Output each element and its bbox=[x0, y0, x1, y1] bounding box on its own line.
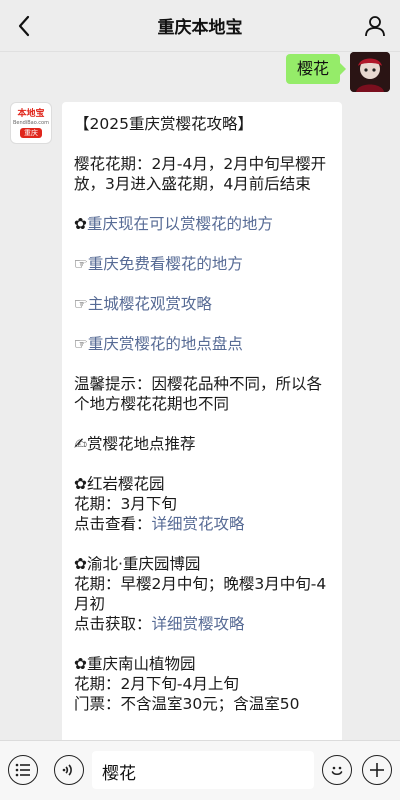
pointing-hand-icon: ☞ bbox=[74, 335, 88, 353]
place-ticket: 门票：不含温室30元；含温室50 bbox=[74, 695, 300, 713]
place-period: 花期：早樱2月中旬；晚樱3月中旬-4月初 bbox=[74, 575, 327, 613]
list-icon bbox=[15, 763, 30, 777]
user-avatar[interactable] bbox=[350, 52, 390, 92]
pointing-hand-icon: ☞ bbox=[74, 255, 88, 273]
chat-area[interactable]: 樱花 本地宝 BendiBao.com 重庆 【2025重庆赏樱花攻略】 樱花花… bbox=[0, 52, 400, 740]
link-item[interactable]: ☞重庆免费看樱花的地方 bbox=[74, 254, 330, 274]
link-item[interactable]: ☞主城樱花观赏攻略 bbox=[74, 294, 330, 314]
place-action-label: 点击获取： bbox=[74, 615, 152, 633]
chevron-left-icon bbox=[18, 15, 30, 37]
bot-logo-badge: 重庆 bbox=[20, 127, 42, 138]
place-name: ✿重庆南山植物园 bbox=[74, 655, 196, 673]
place-period: 花期：3月下旬 bbox=[74, 495, 177, 513]
person-icon bbox=[365, 16, 385, 37]
plus-button[interactable] bbox=[362, 755, 392, 785]
chat-header: 重庆本地宝 bbox=[0, 0, 400, 52]
smiley-icon bbox=[331, 766, 343, 776]
input-bar: 樱花 bbox=[0, 740, 400, 800]
back-button[interactable] bbox=[10, 12, 38, 40]
link-item[interactable]: ☞重庆赏樱花的地点盘点 bbox=[74, 334, 330, 354]
incoming-bubble: 【2025重庆赏樱花攻略】 樱花花期：2月-4月，2月中旬早樱开放，3月进入盛花… bbox=[62, 102, 342, 740]
link-text[interactable]: 重庆赏樱花的地点盘点 bbox=[88, 335, 243, 353]
incoming-message: 本地宝 BendiBao.com 重庆 【2025重庆赏樱花攻略】 樱花花期：2… bbox=[10, 102, 342, 740]
message-tip: 温馨提示：因樱花品种不同，所以各个地方樱花花期也不同 bbox=[74, 375, 323, 413]
recommend-title: ✍赏樱花地点推荐 bbox=[74, 435, 196, 453]
place-action-label: 点击查看： bbox=[74, 515, 152, 533]
emoji-button[interactable] bbox=[322, 755, 352, 785]
link-text[interactable]: 主城樱花观赏攻略 bbox=[88, 295, 212, 313]
pointing-hand-icon: ☞ bbox=[74, 295, 88, 313]
place-item: ✿红岩樱花园 花期：3月下旬 点击查看：详细赏花攻略 bbox=[74, 474, 330, 534]
plus-icon bbox=[370, 763, 384, 777]
outgoing-message: 樱花 bbox=[285, 52, 390, 102]
user-avatar-image bbox=[350, 52, 390, 92]
chat-title: 重庆本地宝 bbox=[157, 18, 243, 38]
link-text[interactable]: 重庆现在可以赏樱花的地方 bbox=[87, 215, 273, 233]
voice-icon bbox=[62, 764, 72, 776]
outgoing-bubble[interactable]: 樱花 bbox=[285, 54, 347, 84]
link-text[interactable]: 重庆免费看樱花的地方 bbox=[88, 255, 243, 273]
bot-logo-text: 本地宝 bbox=[17, 108, 45, 119]
place-name: ✿渝北·重庆园博园 bbox=[74, 555, 201, 573]
place-item: ✿重庆南山植物园 花期：2月下旬-4月上旬 门票：不含温室30元；含温室50 bbox=[74, 654, 330, 714]
bot-logo-url: BendiBao.com bbox=[13, 119, 49, 126]
message-intro: 樱花花期：2月-4月，2月中旬早樱开放，3月进入盛花期，4月前后结束 bbox=[74, 155, 327, 193]
place-period: 花期：2月下旬-4月上旬 bbox=[74, 675, 239, 693]
flower-icon: ✿ bbox=[74, 215, 87, 233]
place-item: ✿渝北·重庆园博园 花期：早樱2月中旬；晚樱3月中旬-4月初 点击获取：详细赏樱… bbox=[74, 554, 330, 634]
place-link[interactable]: 详细赏花攻略 bbox=[152, 515, 245, 533]
message-heading: 【2025重庆赏樱花攻略】 bbox=[74, 115, 253, 133]
bot-avatar[interactable]: 本地宝 BendiBao.com 重庆 bbox=[10, 102, 52, 144]
menu-button[interactable] bbox=[8, 755, 38, 785]
place-name: ✿红岩樱花园 bbox=[74, 475, 165, 493]
profile-button[interactable] bbox=[362, 13, 388, 39]
voice-button[interactable] bbox=[54, 755, 84, 785]
link-item[interactable]: ✿重庆现在可以赏樱花的地方 bbox=[74, 214, 330, 234]
place-link[interactable]: 详细赏樱攻略 bbox=[152, 615, 245, 633]
message-input[interactable]: 樱花 bbox=[92, 751, 314, 789]
